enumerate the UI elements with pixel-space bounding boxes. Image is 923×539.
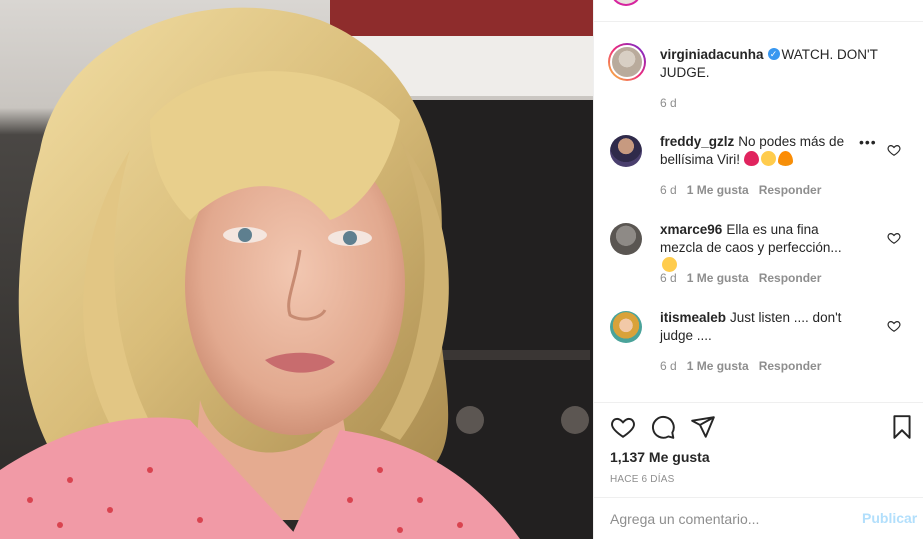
comment-username[interactable]: itismealeb <box>660 310 726 325</box>
post-timestamp[interactable]: HACE 6 DÍAS <box>610 474 674 485</box>
comment-likes[interactable]: 1 Me gusta <box>687 271 749 285</box>
comment-heart-icon[interactable] <box>887 143 901 157</box>
heart-emoji-icon <box>743 151 759 166</box>
comment-age[interactable]: 6 d <box>660 359 677 373</box>
header-avatar[interactable] <box>610 0 642 6</box>
comment-likes[interactable]: 1 Me gusta <box>687 359 749 373</box>
author-username[interactable]: virginiadacunha <box>660 47 764 62</box>
verified-badge-icon: ✓ <box>767 48 780 61</box>
selfie-image <box>0 0 593 539</box>
comment-likes[interactable]: 1 Me gusta <box>687 183 749 197</box>
comment-icon[interactable] <box>650 414 676 440</box>
header-strip <box>594 0 923 22</box>
commenter-avatar[interactable] <box>610 223 642 255</box>
post-photo[interactable] <box>0 0 593 539</box>
more-options-icon[interactable]: ••• <box>859 134 877 150</box>
caption-meta: 6 d <box>660 96 687 110</box>
comment-meta: 6 d 1 Me gusta Responder <box>660 359 831 373</box>
heart-icon[interactable] <box>610 414 636 440</box>
bookmark-icon[interactable] <box>889 414 915 440</box>
comment-age[interactable]: 6 d <box>660 271 677 285</box>
author-avatar[interactable] <box>608 43 646 81</box>
star-struck-emoji-icon <box>760 151 776 166</box>
smiling-face-emoji-icon <box>662 257 677 272</box>
paper-plane-icon[interactable] <box>690 414 716 440</box>
comment-text: freddy_gzlz No podes más de bellísima Vir… <box>660 133 860 169</box>
fire-emoji-icon <box>777 151 793 166</box>
comments-list[interactable]: virginiadacunha ✓ WATCH. DON'T JUDGE. 6 d … <box>594 22 923 402</box>
commenter-avatar[interactable] <box>610 311 642 343</box>
comment-text: itismealeb Just listen .... don't judge .… <box>660 309 860 345</box>
commenter-avatar[interactable] <box>610 135 642 167</box>
caption-age[interactable]: 6 d <box>660 96 677 110</box>
post-actions: 1,137 Me gusta HACE 6 DÍAS <box>594 402 923 497</box>
reply-button[interactable]: Responder <box>759 183 822 197</box>
comment-heart-icon[interactable] <box>887 319 901 333</box>
comment-meta: 6 d 1 Me gusta Responder <box>660 271 831 285</box>
comment-heart-icon[interactable] <box>887 231 901 245</box>
reply-button[interactable]: Responder <box>759 271 822 285</box>
comment-input[interactable] <box>610 510 850 528</box>
publish-button[interactable]: Publicar <box>862 510 917 526</box>
add-comment-bar: Publicar <box>594 497 923 539</box>
comment-age[interactable]: 6 d <box>660 183 677 197</box>
comment-username[interactable]: xmarce96 <box>660 222 722 237</box>
comment-text: xmarce96 Ella es una fina mezcla de caos … <box>660 221 860 275</box>
comment-meta: 6 d 1 Me gusta Responder <box>660 183 831 197</box>
post-details-panel: virginiadacunha ✓ WATCH. DON'T JUDGE. 6 d … <box>593 0 923 539</box>
comment-username[interactable]: freddy_gzlz <box>660 134 734 149</box>
caption-text: virginiadacunha ✓ WATCH. DON'T JUDGE. <box>660 46 892 82</box>
reply-button[interactable]: Responder <box>759 359 822 373</box>
likes-count[interactable]: 1,137 Me gusta <box>610 449 710 465</box>
